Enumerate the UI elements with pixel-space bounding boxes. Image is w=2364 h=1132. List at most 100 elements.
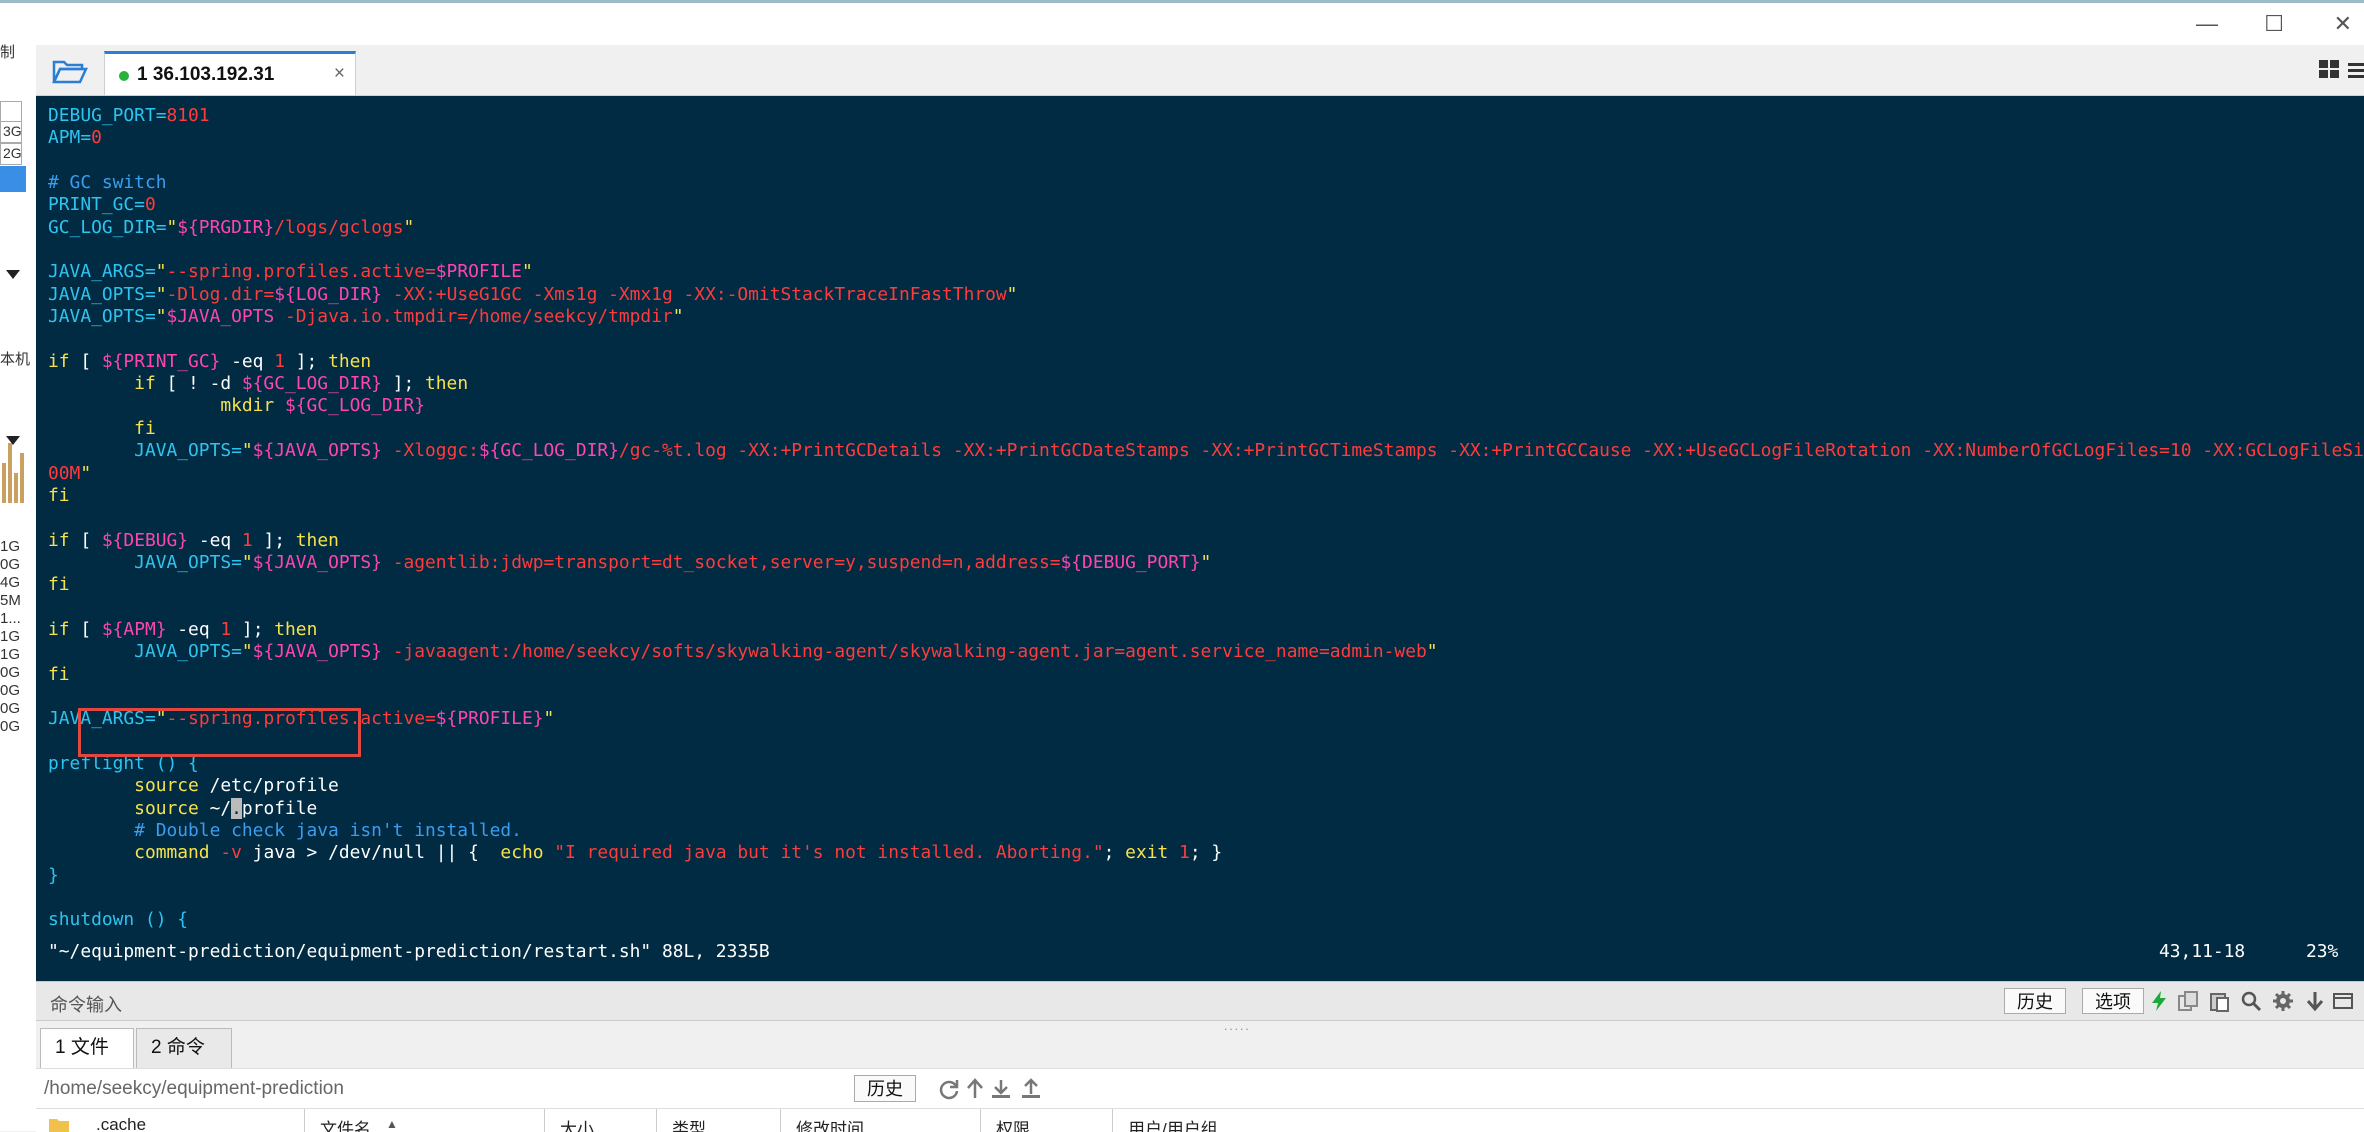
code-token: -eq (188, 529, 242, 551)
arrow-down-icon[interactable] (2304, 990, 2326, 1012)
code-token: -Dlog.dir= (166, 283, 275, 305)
size-label: 0G (0, 664, 21, 681)
terminal-line: if [ ${APM} -eq 1 ]; then (48, 619, 317, 640)
file-entry-name[interactable]: .cache (96, 1115, 146, 1132)
left-size-box-2: 2G (0, 143, 22, 165)
code-token: 1 (1168, 842, 1190, 864)
code-token: " (1006, 283, 1018, 305)
terminal-line: JAVA_ARGS="--spring.profiles.active=$PRO… (48, 261, 533, 282)
refresh-icon[interactable] (938, 1078, 960, 1100)
code-token: if (48, 350, 70, 372)
code-token: ]; (285, 350, 329, 372)
command-input-bar[interactable]: 命令输入 历史 选项 (36, 981, 2364, 1021)
code-token: ~/ (198, 797, 232, 819)
current-path[interactable]: /home/seekcy/equipment-prediction (44, 1078, 344, 1100)
code-token: 1 (220, 618, 232, 640)
code-token: /etc/profile (198, 775, 339, 797)
code-token: fi (48, 484, 70, 506)
connection-status-icon (119, 71, 129, 81)
code-token: --spring.profiles.active= (166, 261, 436, 283)
upload-icon[interactable] (1020, 1078, 1042, 1100)
left-dropdown-icon[interactable] (6, 270, 20, 279)
code-token: ${PROFILE} (435, 708, 544, 730)
code-token: " (1426, 641, 1438, 663)
tab-session-36-103-192-31[interactable]: 1 36.103.192.31 × (104, 51, 356, 95)
size-label: 5M (0, 592, 21, 609)
gear-icon[interactable] (2272, 990, 2294, 1012)
code-token: [ (69, 529, 102, 551)
left-input-box[interactable] (0, 101, 22, 123)
close-window-button[interactable]: ✕ (2334, 11, 2352, 37)
terminal-line: 00M" (48, 463, 91, 484)
code-token: # GC switch (48, 172, 167, 194)
splitter-handle[interactable]: ..... (1224, 1019, 1251, 1033)
code-token: profile (241, 797, 318, 819)
code-token: " (155, 306, 167, 328)
terminal-line: fi (48, 485, 70, 506)
column-header-permissions[interactable]: 权限 (996, 1115, 1030, 1132)
paste-icon[interactable] (2208, 990, 2230, 1012)
file-list-header: .cache 文件名 ▲ 大小 类型 修改时间 权限 用户/用户组 (36, 1108, 2364, 1132)
code-token: -javaagent:/home/seekcy/softs/skywalking… (381, 641, 1427, 663)
tab-close-icon[interactable]: × (334, 63, 345, 85)
terminal-output[interactable]: DEBUG_PORT=8101 APM=0 # GC switch PRINT_… (36, 96, 2364, 981)
command-options-button[interactable]: 选项 (2082, 988, 2144, 1014)
grid-view-icon[interactable] (2318, 59, 2340, 79)
code-token: $PROFILE (435, 261, 522, 283)
search-icon[interactable] (2240, 990, 2262, 1012)
minimize-button[interactable]: — (2196, 11, 2218, 37)
left-dropdown-icon-2[interactable] (6, 436, 20, 445)
code-token: then (328, 350, 372, 372)
window-icon[interactable] (2332, 990, 2354, 1012)
code-token: " (241, 641, 253, 663)
column-header-type[interactable]: 类型 (672, 1115, 706, 1132)
terminal-line: source ~/.profile (48, 797, 318, 819)
column-header-owner[interactable]: 用户/用户组 (1128, 1115, 1218, 1132)
lightning-icon[interactable] (2148, 990, 2170, 1012)
tab-label: 1 36.103.192.31 (137, 64, 275, 85)
size-label: 0G (0, 682, 21, 699)
code-token: shutdown () { (48, 909, 189, 931)
download-icon[interactable] (990, 1078, 1012, 1100)
terminal-line: fi (48, 418, 156, 439)
terminal-line: APM=0 (48, 127, 102, 148)
column-header-name[interactable]: 文件名 (320, 1115, 371, 1132)
code-token: 1 (274, 350, 285, 372)
tab-commands[interactable]: 2 命令 (136, 1028, 232, 1068)
left-machine-label: 本机 (0, 351, 31, 368)
code-token: fi (48, 417, 156, 439)
command-history-button[interactable]: 历史 (2004, 988, 2066, 1014)
code-token: # Double check java isn't installed. (48, 820, 522, 841)
folder-icon (49, 1119, 69, 1132)
terminal-line: } (48, 865, 59, 886)
file-path-bar[interactable]: /home/seekcy/equipment-prediction 历史 (36, 1068, 2364, 1109)
column-header-size[interactable]: 大小 (560, 1115, 594, 1132)
copy-icon[interactable] (2177, 990, 2199, 1012)
code-token: ${APM} (101, 618, 167, 640)
size-label: 0G (0, 700, 21, 717)
code-token: then (274, 618, 318, 640)
code-token: exit (1125, 842, 1169, 864)
code-token: /logs/gclogs (274, 216, 404, 238)
code-token: -Xloggc: (381, 440, 479, 462)
code-token: GC_LOG_DIR= (48, 216, 167, 238)
path-history-button[interactable]: 历史 (854, 1075, 916, 1102)
menu-icon[interactable] (2348, 61, 2364, 79)
open-folder-icon[interactable] (52, 58, 88, 84)
code-token: mkdir (48, 395, 285, 417)
terminal-line: DEBUG_PORT=8101 (48, 105, 210, 126)
terminal-line: mkdir ${GC_LOG_DIR} (48, 395, 425, 416)
code-token: " (1200, 551, 1212, 573)
column-header-modified[interactable]: 修改时间 (796, 1115, 864, 1132)
maximize-button[interactable]: ☐ (2264, 11, 2284, 37)
code-token: 8101 (166, 105, 210, 126)
left-selected-row[interactable] (0, 166, 26, 192)
code-token: ${DEBUG} (101, 529, 189, 551)
code-token: [ (69, 350, 102, 372)
code-token: -v (209, 842, 242, 864)
code-token: if (134, 373, 156, 395)
tab-files[interactable]: 1 文件 (40, 1028, 134, 1068)
up-directory-icon[interactable] (964, 1078, 986, 1100)
code-token: 00M (48, 462, 81, 484)
code-token: source (48, 775, 199, 797)
